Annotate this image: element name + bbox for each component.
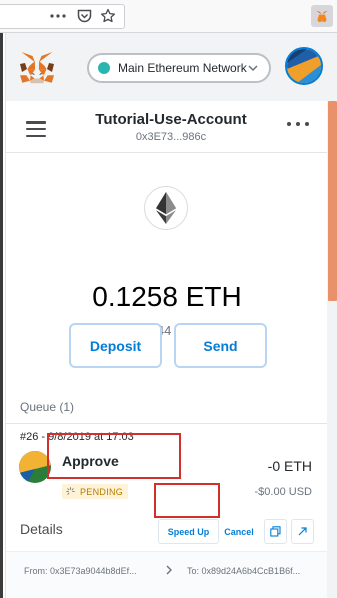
popup-header: Main Ethereum Network bbox=[6, 33, 337, 101]
view-on-etherscan-button[interactable] bbox=[291, 519, 314, 544]
metamask-extension-icon[interactable] bbox=[311, 5, 333, 27]
balance-primary: 0.1258 ETH bbox=[92, 281, 242, 312]
speed-up-button[interactable]: Speed Up bbox=[158, 519, 219, 544]
url-bar[interactable] bbox=[0, 4, 125, 29]
network-status-dot bbox=[98, 62, 110, 74]
transaction-fiat: -$0.00 USD bbox=[254, 486, 312, 498]
menu-icon[interactable] bbox=[26, 121, 46, 137]
divider bbox=[6, 152, 328, 153]
more-horizontal-icon[interactable] bbox=[48, 6, 68, 26]
details-label: Details bbox=[20, 521, 63, 537]
chevron-down-icon bbox=[248, 65, 258, 72]
transaction-title[interactable]: Approve bbox=[62, 453, 119, 469]
from-address[interactable]: From: 0x3E73a9044b8dEf... bbox=[24, 566, 137, 576]
account-name[interactable]: Tutorial-Use-Account bbox=[66, 111, 276, 128]
network-selector[interactable]: Main Ethereum Network bbox=[87, 53, 271, 83]
status-badge: PENDING bbox=[62, 484, 129, 499]
send-button[interactable]: Send bbox=[174, 323, 267, 368]
ethereum-logo-icon bbox=[144, 186, 188, 230]
copy-icon bbox=[270, 526, 281, 537]
spinner-icon bbox=[66, 487, 75, 495]
external-link-icon bbox=[298, 527, 307, 536]
metamask-popup: Main Ethereum Network Tutorial-Use-Accou… bbox=[5, 33, 337, 598]
more-options-icon[interactable] bbox=[287, 119, 309, 129]
account-address[interactable]: 0x3E73...986c bbox=[66, 131, 276, 143]
to-address[interactable]: To: 0x89d24A6b4CcB1B6f... bbox=[187, 566, 300, 576]
transaction-meta: #26 - 9/8/2019 at 17:03 bbox=[20, 431, 134, 443]
browser-toolbar bbox=[0, 0, 337, 33]
scrollbar-thumb[interactable] bbox=[328, 101, 337, 301]
arrow-right-icon bbox=[166, 565, 172, 575]
queue-label: Queue (1) bbox=[20, 400, 75, 414]
transaction-value: -0 ETH bbox=[267, 458, 312, 474]
cancel-button[interactable]: Cancel bbox=[222, 519, 256, 544]
metamask-fox-logo[interactable] bbox=[19, 51, 55, 85]
balance-secondary: $21.44 USD bbox=[131, 323, 203, 338]
copy-button[interactable] bbox=[264, 519, 287, 544]
deposit-button[interactable]: Deposit bbox=[69, 323, 162, 368]
divider bbox=[6, 423, 328, 424]
bookmark-star-icon[interactable] bbox=[98, 6, 118, 26]
background-page-edge bbox=[0, 33, 3, 598]
network-name: Main Ethereum Network bbox=[118, 61, 247, 75]
status-text: PENDING bbox=[80, 486, 124, 497]
transaction-token-icon bbox=[19, 451, 51, 483]
account-identicon[interactable] bbox=[285, 47, 323, 85]
pocket-icon[interactable] bbox=[74, 6, 94, 26]
